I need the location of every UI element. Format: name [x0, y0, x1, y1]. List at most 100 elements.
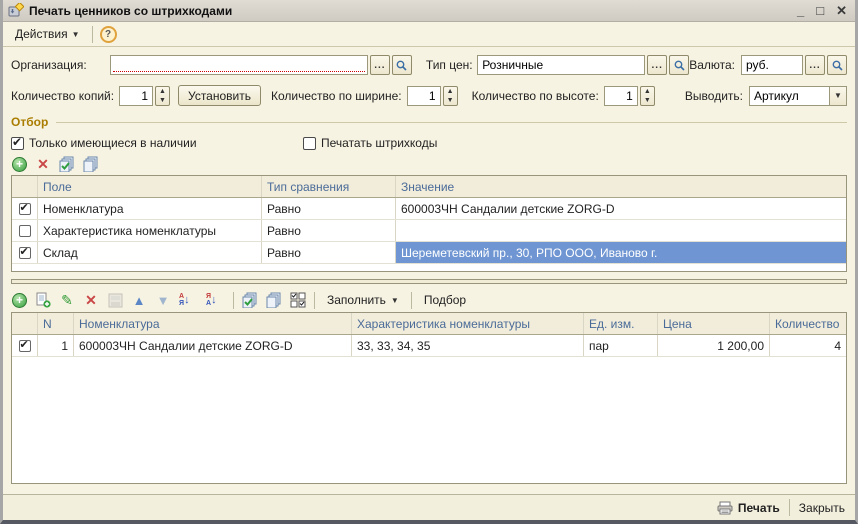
filter-header-value: Значение: [396, 176, 846, 197]
currency-search-icon[interactable]: [827, 55, 847, 75]
filter-row-warehouse: Склад Равно Шереметевский пр., 30, РПО О…: [12, 242, 846, 264]
items-cell-unit[interactable]: пар: [584, 335, 658, 356]
filter-header-field: Поле: [38, 176, 262, 197]
organization-ellipsis-button[interactable]: ...: [370, 55, 390, 75]
filter-cell-value[interactable]: Шереметевский пр., 30, РПО ООО, Иваново …: [396, 242, 846, 263]
items-cell-price[interactable]: 1 200,00: [658, 335, 770, 356]
filter-row-checkbox[interactable]: [19, 203, 31, 215]
filter-cell-field[interactable]: Характеристика номенклатуры: [38, 220, 262, 241]
filter-row-checkbox-cell: [12, 220, 38, 241]
filter-row-checkbox[interactable]: [19, 225, 31, 237]
filter-section-title: Отбор: [11, 115, 847, 129]
delete-filter-icon[interactable]: ✕: [35, 156, 51, 172]
set-button[interactable]: Установить: [178, 85, 261, 106]
printer-icon: [717, 500, 733, 516]
only-in-stock-label[interactable]: Только имеющиеся в наличии: [29, 136, 197, 150]
filter-cell-comparison[interactable]: Равно: [262, 220, 396, 241]
form-content: Организация: ... Тип цен: ... Валюта: ..…: [3, 47, 855, 494]
help-icon[interactable]: ?: [100, 26, 117, 43]
output-select-value: Артикул: [750, 87, 829, 105]
move-down-icon[interactable]: ▼: [155, 292, 171, 308]
currency-ellipsis-button[interactable]: ...: [805, 55, 825, 75]
form-icon: [8, 3, 24, 19]
clear-all-flags-icon[interactable]: [83, 156, 99, 172]
items-cell-characteristic[interactable]: 33, 33, 34, 35: [352, 335, 584, 356]
filter-cell-value[interactable]: [396, 220, 846, 241]
edit-row-icon[interactable]: ✎: [59, 292, 75, 308]
items-header-checkbox-column: [12, 313, 38, 334]
items-header-unit: Ед. изм.: [584, 313, 658, 334]
sort-descending-icon[interactable]: ЯА ↓: [206, 292, 225, 308]
print-barcodes-label[interactable]: Печатать штрихкоды: [321, 136, 437, 150]
items-row-checkbox[interactable]: [19, 340, 31, 352]
fill-button-label: Заполнить: [327, 293, 386, 307]
items-row-checkbox-cell: [12, 335, 38, 356]
form-row-2: Количество копий: ▲▼ Установить Количест…: [11, 85, 847, 106]
output-dropdown-icon[interactable]: ▼: [829, 87, 846, 105]
pick-button-label: Подбор: [424, 293, 466, 307]
only-in-stock-checkbox[interactable]: [11, 137, 24, 150]
add-filter-icon[interactable]: +: [12, 157, 27, 172]
toolbar-separator: [233, 292, 234, 309]
filter-row-checkbox[interactable]: [19, 247, 31, 259]
items-cell-qty[interactable]: 4: [770, 335, 846, 356]
filter-row-characteristic: Характеристика номенклатуры Равно: [12, 220, 846, 242]
move-up-icon[interactable]: ▲: [131, 292, 147, 308]
actions-menu-button[interactable]: Действия ▼: [10, 25, 85, 43]
toolbar-separator: [314, 292, 315, 309]
copy-row-icon[interactable]: [35, 292, 51, 308]
per-height-input[interactable]: [604, 86, 638, 106]
set-all-flags-icon[interactable]: [242, 292, 258, 308]
fill-button[interactable]: Заполнить ▼: [323, 291, 403, 309]
filter-cell-field[interactable]: Номенклатура: [38, 198, 262, 219]
add-row-icon[interactable]: +: [12, 293, 27, 308]
filter-toolbar: + ✕: [11, 152, 847, 175]
items-cell-n[interactable]: 1: [38, 335, 74, 356]
organization-label: Организация:: [11, 58, 110, 72]
print-button-label: Печать: [738, 501, 780, 515]
output-select[interactable]: Артикул ▼: [749, 86, 847, 106]
titlebar: Печать ценников со штрихкодами _ □ ✕: [3, 0, 855, 22]
organization-search-icon[interactable]: [392, 55, 412, 75]
toolbar-separator: [411, 292, 412, 309]
sort-arrow: ↓: [184, 295, 190, 306]
price-type-search-icon[interactable]: [669, 55, 689, 75]
clear-all-flags-icon[interactable]: [266, 292, 282, 308]
per-height-stepper[interactable]: ▲▼: [640, 86, 655, 106]
print-button[interactable]: Печать: [717, 500, 780, 516]
currency-input[interactable]: [741, 55, 803, 75]
set-all-flags-icon[interactable]: [59, 156, 75, 172]
copies-stepper[interactable]: ▲▼: [155, 86, 170, 106]
copies-input[interactable]: [119, 86, 153, 106]
content-spacer: [11, 484, 847, 494]
pick-button[interactable]: Подбор: [420, 291, 470, 309]
delete-row-icon[interactable]: ✕: [83, 292, 99, 308]
close-button[interactable]: ✕: [836, 4, 847, 17]
invert-flags-icon[interactable]: [290, 292, 306, 308]
window-title: Печать ценников со штрихкодами: [29, 4, 792, 18]
items-header-nomenclature: Номенклатура: [74, 313, 352, 334]
filter-row-nomenclature: Номенклатура Равно 600003ЧН Сандалии дет…: [12, 198, 846, 220]
per-height-field: ▲▼: [604, 86, 655, 106]
print-barcodes-checkbox[interactable]: [303, 137, 316, 150]
filter-cell-value[interactable]: 600003ЧН Сандалии детские ZORG-D: [396, 198, 846, 219]
print-barcodes-group: Печатать штрихкоды: [303, 136, 437, 150]
splitter-handle[interactable]: [11, 279, 847, 284]
per-width-stepper[interactable]: ▲▼: [443, 86, 458, 106]
price-type-ellipsis-button[interactable]: ...: [647, 55, 667, 75]
maximize-button[interactable]: □: [816, 4, 824, 17]
organization-input[interactable]: [110, 55, 368, 75]
items-toolbar: + ✎ ✕ ▲ ▼ АЯ: [11, 287, 847, 312]
sort-arrow: ↓: [211, 295, 217, 306]
items-cell-nomenclature[interactable]: 600003ЧН Сандалии детские ZORG-D: [74, 335, 352, 356]
filter-cell-comparison[interactable]: Равно: [262, 198, 396, 219]
filter-cell-field[interactable]: Склад: [38, 242, 262, 263]
output-label: Выводить:: [685, 89, 743, 103]
currency-label: Валюта:: [689, 58, 735, 72]
close-form-button[interactable]: Закрыть: [799, 501, 845, 515]
sort-ascending-icon[interactable]: АЯ ↓: [179, 292, 198, 308]
per-width-input[interactable]: [407, 86, 441, 106]
minimize-button[interactable]: _: [797, 4, 804, 17]
price-type-input[interactable]: [477, 55, 645, 75]
filter-cell-comparison[interactable]: Равно: [262, 242, 396, 263]
